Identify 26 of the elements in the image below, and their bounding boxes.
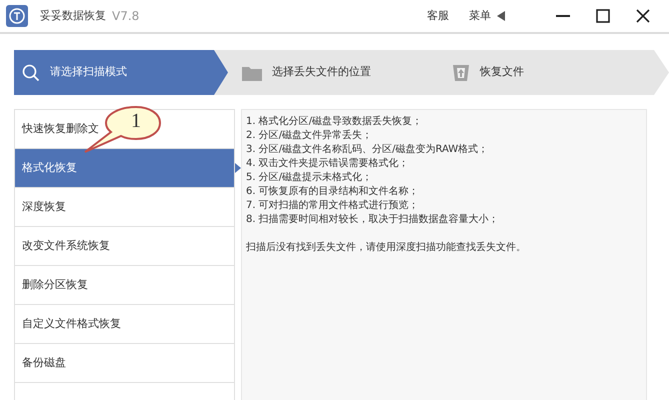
- scan-note: 扫描后没有找到丢失文件，请使用深度扫描功能查找丢失文件。: [246, 241, 527, 255]
- feature-line: 3. 分区/磁盘文件名称乱码、分区/磁盘变为RAW格式；: [246, 143, 490, 157]
- app-title: 妥妥数据恢复: [40, 8, 106, 24]
- step-tab[interactable]: 选择丢失文件的位置: [234, 50, 444, 95]
- upload-bin-icon: [452, 64, 470, 82]
- feature-line: 6. 可恢复原有的目录结构和文件名称；: [246, 185, 420, 199]
- support-link[interactable]: 客服: [427, 8, 449, 24]
- minimize-icon: [556, 15, 570, 17]
- menu-link[interactable]: 菜单: [469, 8, 505, 24]
- callout-number: 1: [130, 109, 142, 133]
- feature-line: 8. 扫描需要时间相对较长，取决于扫描数据盘容量大小；: [246, 213, 500, 227]
- feature-line: 4. 双击文件夹提示错误需要格式化；: [246, 157, 410, 171]
- caret-icon: [497, 11, 505, 21]
- app-version: V7.8: [112, 8, 140, 25]
- feature-line: 1. 格式化分区/磁盘导致数据丢失恢复；: [246, 115, 424, 129]
- search-icon: [22, 64, 40, 82]
- feature-line: 7. 可对扫描的常用文件格式进行预览；: [246, 199, 420, 213]
- feature-line: 5. 分区/磁盘提示未格式化；: [246, 171, 374, 185]
- maximize-icon: [596, 9, 610, 23]
- folder-icon: [242, 64, 262, 80]
- step-tab[interactable]: 恢复文件: [444, 50, 654, 95]
- app-logo-icon: [6, 5, 28, 27]
- close-icon: [636, 9, 650, 23]
- pointer-icon: [235, 162, 241, 172]
- mode-item[interactable]: 格式化恢复: [15, 149, 234, 188]
- feature-line: 2. 分区/磁盘文件异常丢失；: [246, 129, 374, 143]
